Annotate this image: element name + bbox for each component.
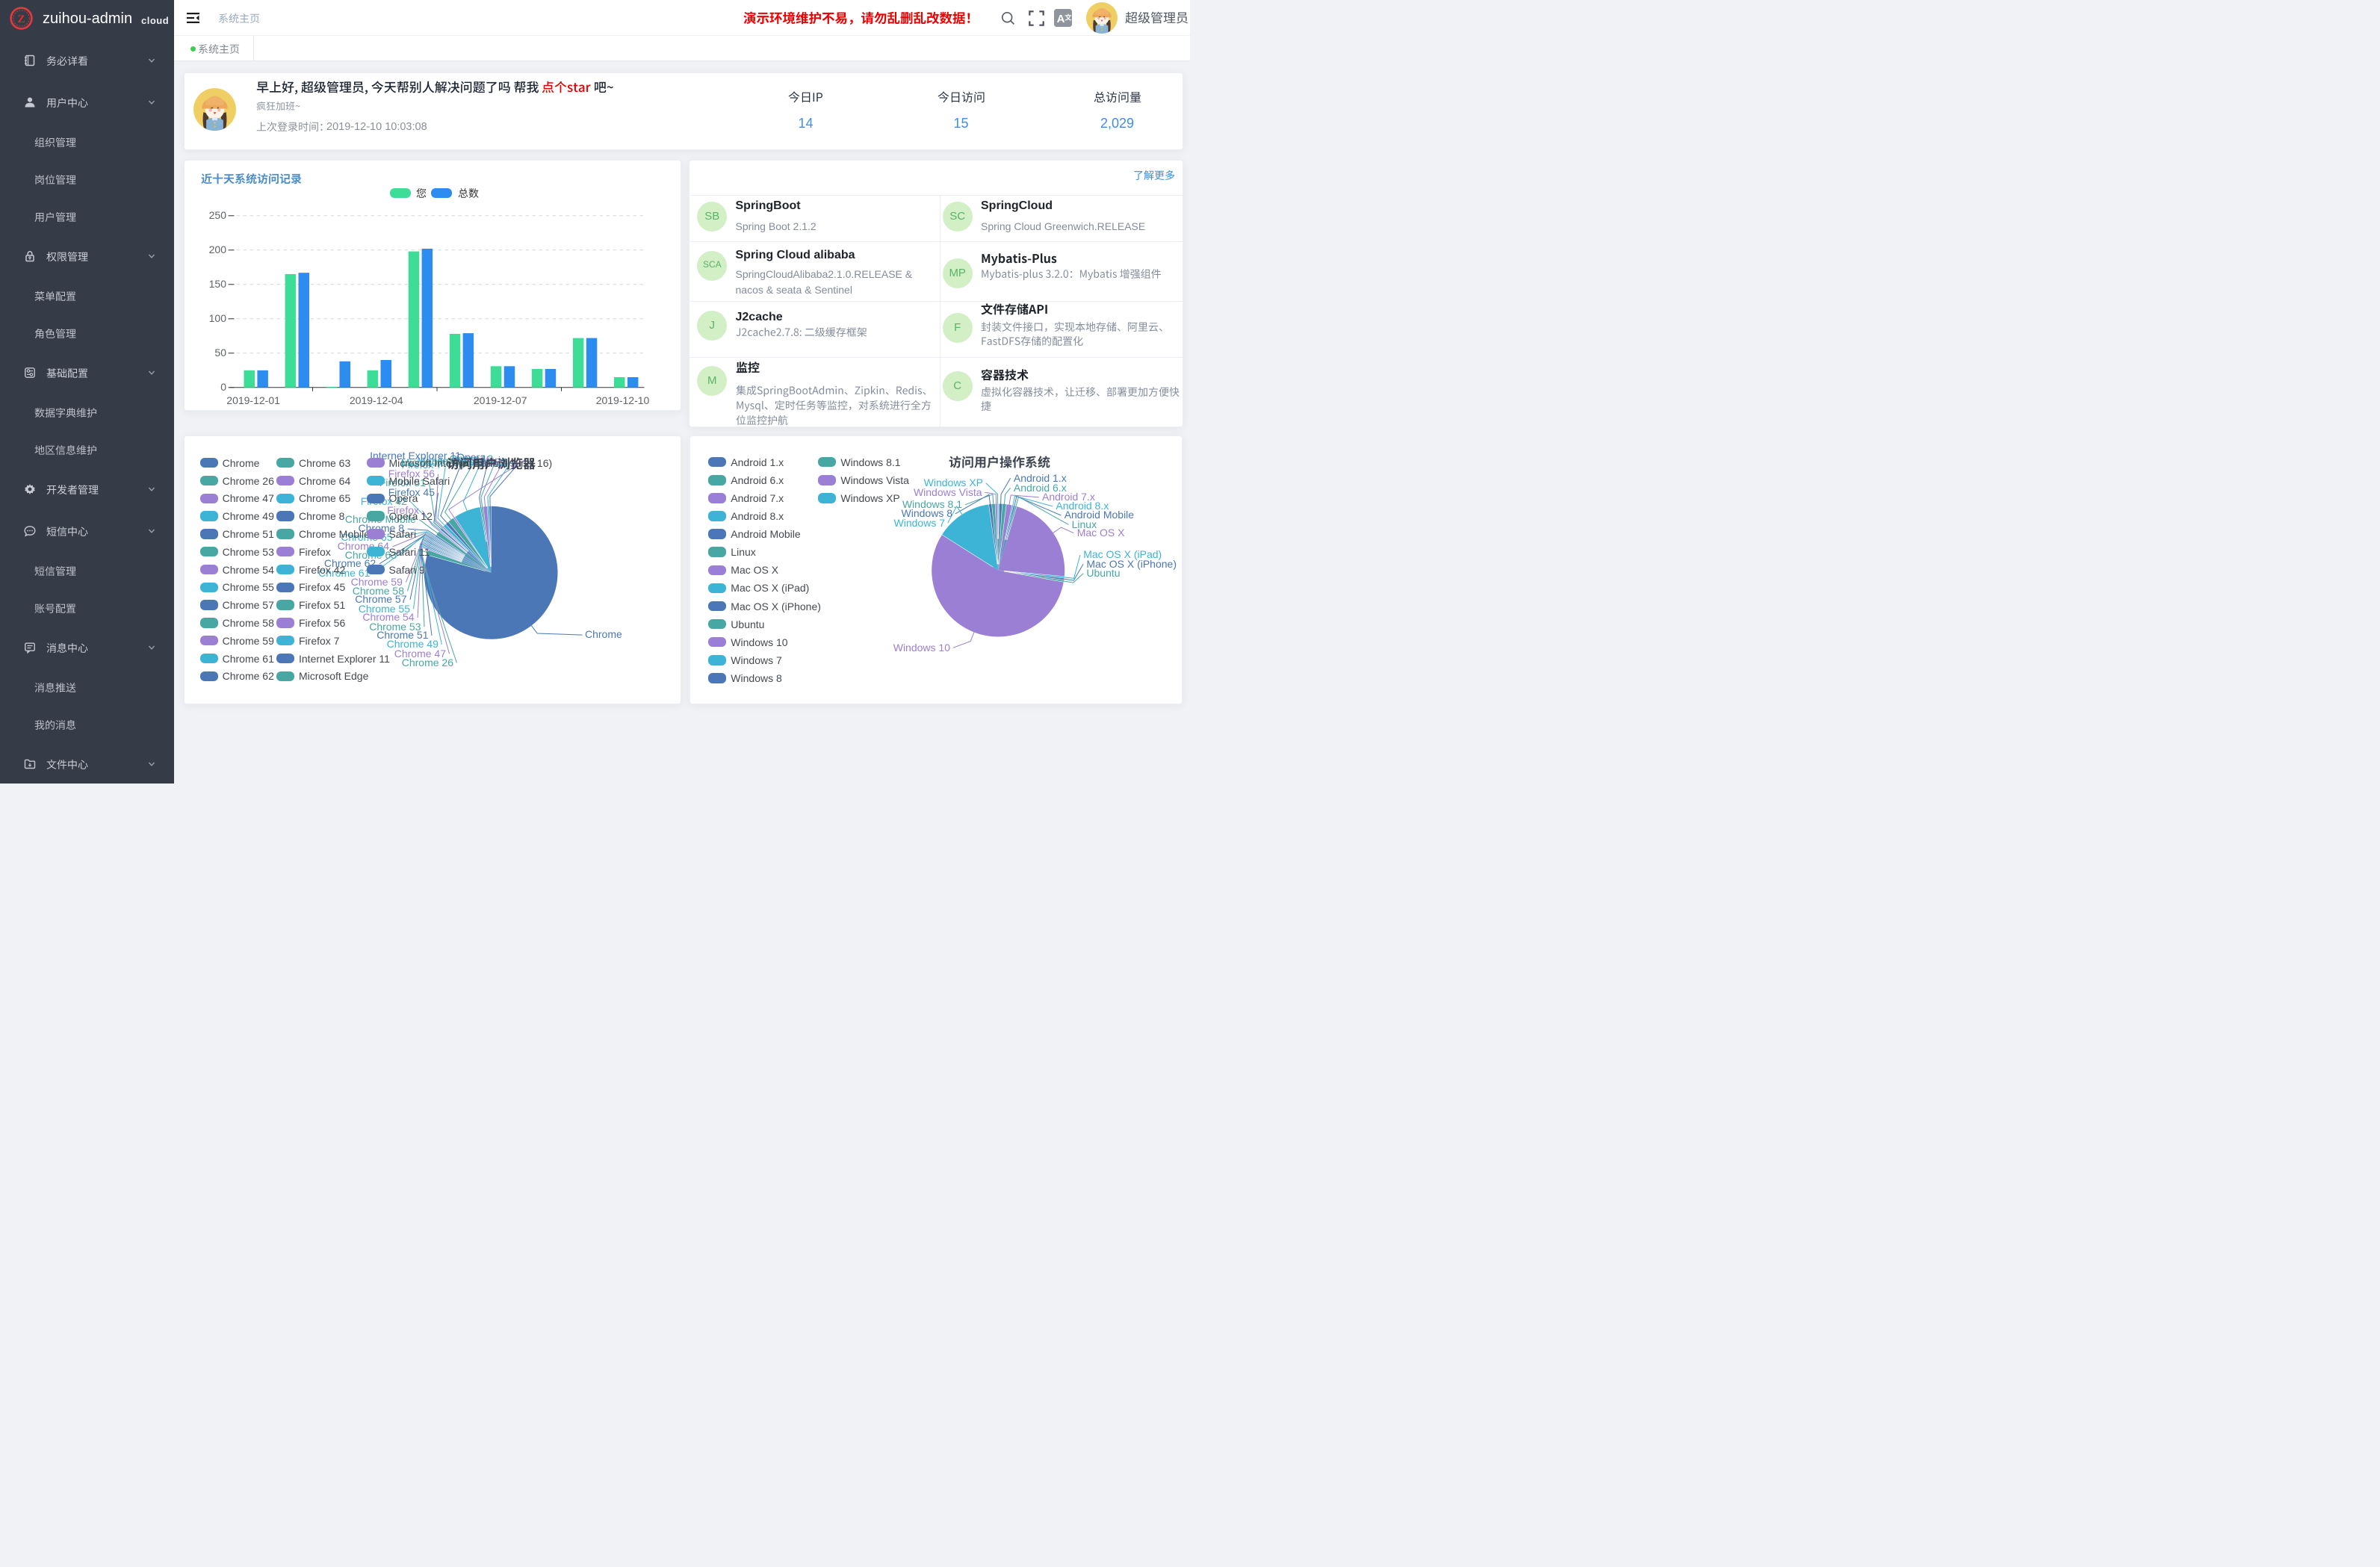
svg-text:A: A: [1057, 13, 1065, 25]
svg-text:Z: Z: [17, 13, 25, 25]
